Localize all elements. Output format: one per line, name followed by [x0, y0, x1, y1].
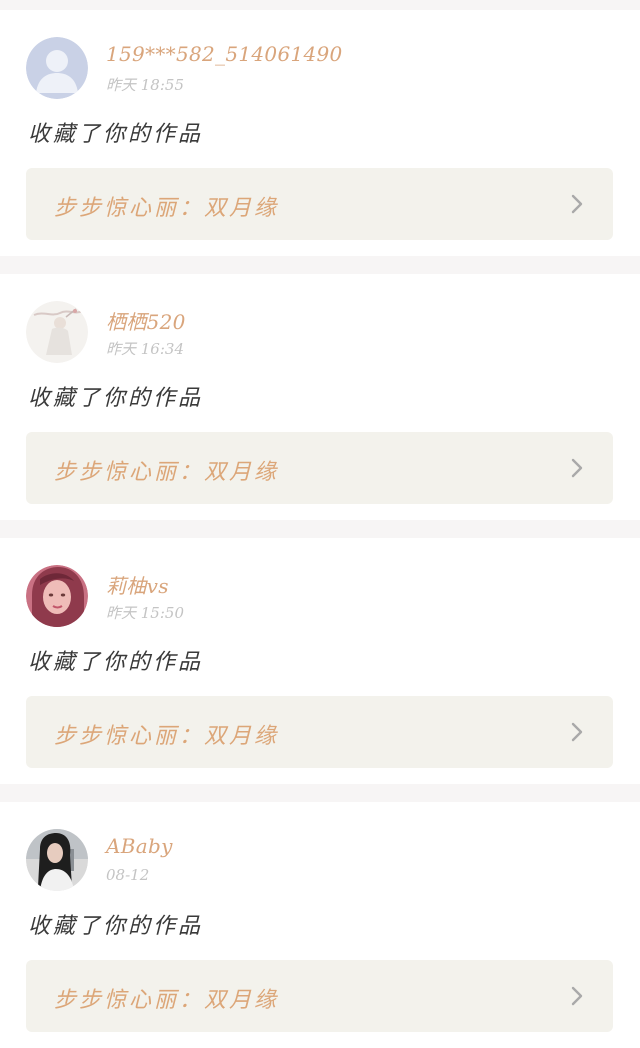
- notification-card: 159***582_514061490 昨天 18:55 收藏了你的作品 步步惊…: [0, 10, 640, 256]
- default-person-avatar-icon: [26, 37, 88, 99]
- timestamp: 08-12: [106, 866, 150, 884]
- timestamp: 昨天 18:55: [106, 76, 184, 94]
- chevron-right-icon: [565, 984, 589, 1008]
- user-avatar[interactable]: [26, 829, 88, 891]
- notification-feed: 159***582_514061490 昨天 18:55 收藏了你的作品 步步惊…: [0, 0, 640, 1048]
- action-text: 收藏了你的作品: [28, 122, 204, 147]
- timestamp: 昨天 15:50: [106, 604, 184, 622]
- chevron-right-icon: [565, 456, 589, 480]
- user-avatar[interactable]: [26, 37, 88, 99]
- work-link[interactable]: 步步惊心丽：双月缘: [26, 168, 613, 240]
- timestamp: 昨天 16:34: [106, 340, 184, 358]
- action-text: 收藏了你的作品: [28, 914, 204, 939]
- chevron-right-icon: [565, 720, 589, 744]
- work-title: 步步惊心丽：双月缘: [54, 724, 280, 749]
- work-title: 步步惊心丽：双月缘: [54, 196, 280, 221]
- notification-card: ABaby 08-12 收藏了你的作品 步步惊心丽：双月缘: [0, 802, 640, 1048]
- work-title: 步步惊心丽：双月缘: [54, 460, 280, 485]
- pink-portrait-avatar-icon: [26, 565, 88, 627]
- username[interactable]: ABaby: [106, 834, 173, 858]
- work-title: 步步惊心丽：双月缘: [54, 988, 280, 1013]
- notification-card: 栖栖520 昨天 16:34 收藏了你的作品 步步惊心丽：双月缘: [0, 274, 640, 520]
- user-avatar[interactable]: [26, 565, 88, 627]
- dark-hair-portrait-avatar-icon: [26, 829, 88, 891]
- work-link[interactable]: 步步惊心丽：双月缘: [26, 960, 613, 1032]
- username[interactable]: 159***582_514061490: [106, 42, 343, 66]
- work-link[interactable]: 步步惊心丽：双月缘: [26, 696, 613, 768]
- user-avatar[interactable]: [26, 301, 88, 363]
- work-link[interactable]: 步步惊心丽：双月缘: [26, 432, 613, 504]
- username[interactable]: 莉柚vs: [106, 570, 169, 599]
- username[interactable]: 栖栖520: [106, 306, 186, 335]
- notification-card: 莉柚vs 昨天 15:50 收藏了你的作品 步步惊心丽：双月缘: [0, 538, 640, 784]
- chevron-right-icon: [565, 192, 589, 216]
- action-text: 收藏了你的作品: [28, 386, 204, 411]
- illustrated-figure-avatar-icon: [26, 301, 88, 363]
- action-text: 收藏了你的作品: [28, 650, 204, 675]
